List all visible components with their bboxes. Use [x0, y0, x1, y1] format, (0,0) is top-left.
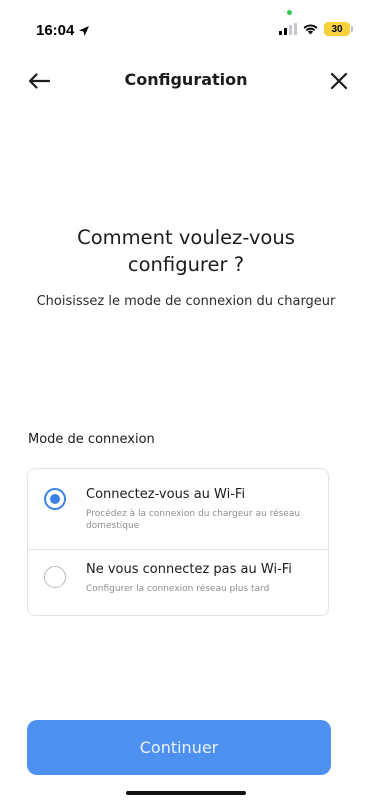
option-title: Connectez-vous au Wi-Fi — [86, 487, 246, 502]
status-time-text: 16:04 — [36, 22, 75, 39]
radio-unselected[interactable] — [44, 566, 66, 588]
option-description: Configurer la connexion réseau plus tard — [86, 584, 270, 594]
continue-button[interactable]: Continuer — [27, 720, 331, 775]
close-icon — [330, 72, 348, 90]
home-indicator — [126, 791, 246, 795]
option-description: Procédez à la connexion du chargeur au r… — [86, 509, 301, 531]
microphone-indicator — [287, 10, 292, 15]
option-title: Ne vous connectez pas au Wi-Fi — [86, 562, 292, 577]
battery-level: 30 — [331, 23, 343, 35]
header: Configuration — [0, 58, 372, 102]
cellular-signal-icon — [279, 23, 297, 35]
page-title: Configuration — [124, 70, 248, 89]
close-button[interactable] — [324, 66, 354, 96]
hero-subtitle: Choisissez le mode de connexion du charg… — [36, 294, 336, 309]
status-icons: 30 — [279, 22, 353, 36]
status-bar: 16:04 30 — [0, 0, 372, 54]
option-connect-wifi[interactable]: Connectez-vous au Wi-Fi Procédez à la co… — [28, 469, 328, 549]
battery-indicator: 30 — [324, 22, 353, 36]
wifi-icon — [303, 24, 318, 35]
screen: 16:04 30 Configuration Comment voulez-vo… — [0, 0, 372, 801]
connection-options-card: Connectez-vous au Wi-Fi Procédez à la co… — [27, 468, 329, 616]
option-no-wifi[interactable]: Ne vous connectez pas au Wi-Fi Configure… — [28, 549, 328, 615]
location-arrow-icon — [79, 25, 90, 36]
hero-title: Comment voulez-vous configurer ? — [77, 226, 295, 276]
connection-mode-label: Mode de connexion — [28, 432, 155, 447]
status-time: 16:04 — [36, 22, 90, 39]
radio-selected[interactable] — [44, 488, 66, 510]
